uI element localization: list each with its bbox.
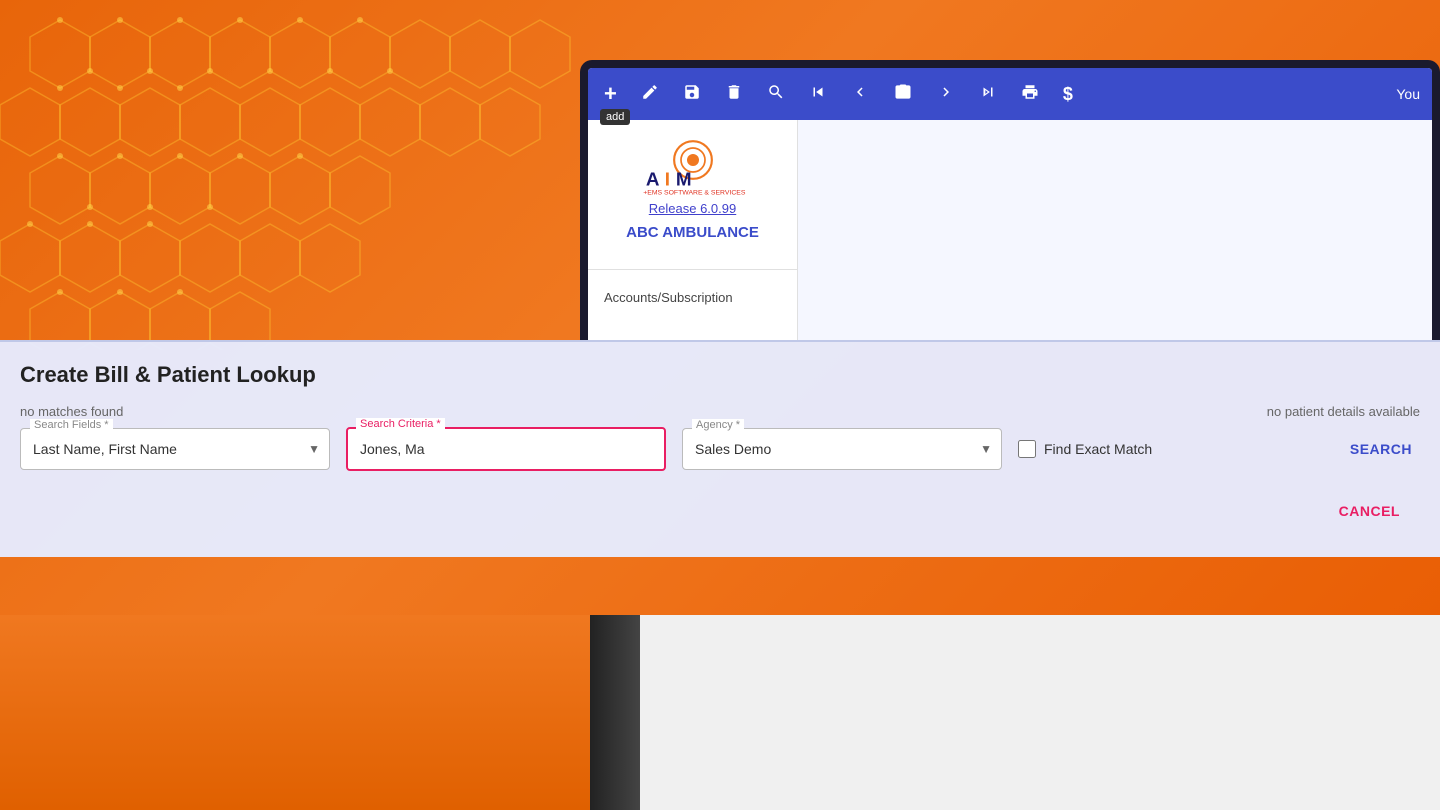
lower-section <box>0 615 1440 810</box>
add-tooltip: add <box>600 109 630 125</box>
sidebar: A I M +EMS SOFTWARE & SERVICES Release 6… <box>588 120 798 340</box>
lower-black-divider <box>590 615 640 810</box>
svg-text:A: A <box>645 169 659 190</box>
find-exact-match-text: Find Exact Match <box>1044 441 1152 457</box>
find-exact-match-checkbox[interactable] <box>1018 440 1036 458</box>
no-matches-status: no matches found <box>20 404 123 419</box>
laptop-screen: + add <box>588 68 1432 340</box>
cancel-button[interactable]: CANCEL <box>1331 495 1420 527</box>
dialog-overlay: Create Bill & Patient Lookup no matches … <box>0 340 1440 557</box>
release-link[interactable]: Release 6.0.99 <box>604 201 781 216</box>
logo-area: A I M +EMS SOFTWARE & SERVICES Release 6… <box>588 136 797 257</box>
dollar-icon[interactable]: $ <box>1059 80 1077 109</box>
next-record-icon[interactable] <box>933 79 959 110</box>
no-patient-details-status: no patient details available <box>1267 404 1420 419</box>
dialog-actions: CANCEL <box>0 487 1440 527</box>
first-record-icon[interactable] <box>805 79 831 110</box>
toolbar: + add <box>588 68 1432 120</box>
aim-logo: A I M +EMS SOFTWARE & SERVICES <box>633 136 753 196</box>
svg-text:+EMS SOFTWARE & SERVICES: +EMS SOFTWARE & SERVICES <box>643 189 746 196</box>
last-record-icon[interactable] <box>975 79 1001 110</box>
sidebar-divider <box>588 269 797 270</box>
lower-white-right <box>640 615 1440 810</box>
search-fields-label: Search Fields * <box>30 419 113 431</box>
edit-icon[interactable] <box>637 79 663 110</box>
company-name: ABC AMBULANCE <box>604 224 781 241</box>
agency-select[interactable]: Sales Demo ABC Ambulance Test Agency <box>682 428 1002 470</box>
dialog-form-row: Search Fields * Last Name, First Name Fi… <box>0 427 1440 471</box>
save-icon[interactable] <box>679 79 705 110</box>
print-icon[interactable] <box>1017 79 1043 110</box>
dialog-status-row: no matches found no patient details avai… <box>0 404 1440 419</box>
search-icon[interactable] <box>763 79 789 110</box>
search-criteria-input[interactable] <box>346 427 666 471</box>
search-button[interactable]: SEARCH <box>1342 433 1420 465</box>
agency-label: Agency * <box>692 419 744 431</box>
lower-orange-left <box>0 615 590 810</box>
add-icon[interactable]: + add <box>600 77 621 111</box>
camera-icon[interactable] <box>889 78 917 111</box>
delete-icon[interactable] <box>721 79 747 110</box>
find-exact-match-label[interactable]: Find Exact Match <box>1018 440 1326 458</box>
laptop-frame: + add <box>580 60 1440 340</box>
search-fields-select[interactable]: Last Name, First Name First Name, Last N… <box>20 428 330 470</box>
main-area <box>798 120 1432 340</box>
svg-text:I: I <box>664 169 669 190</box>
search-criteria-field: Search Criteria * <box>346 427 666 471</box>
search-fields-field: Search Fields * Last Name, First Name Fi… <box>20 428 330 470</box>
sidebar-item-accounts[interactable]: Accounts/Subscription <box>588 282 797 313</box>
dialog-title: Create Bill & Patient Lookup <box>0 362 1440 404</box>
search-criteria-label: Search Criteria * <box>356 418 445 430</box>
app-content: A I M +EMS SOFTWARE & SERVICES Release 6… <box>588 120 1432 340</box>
prev-record-icon[interactable] <box>847 79 873 110</box>
svg-text:M: M <box>675 169 691 190</box>
user-label[interactable]: You <box>1396 86 1420 102</box>
agency-field: Agency * Sales Demo ABC Ambulance Test A… <box>682 428 1002 470</box>
